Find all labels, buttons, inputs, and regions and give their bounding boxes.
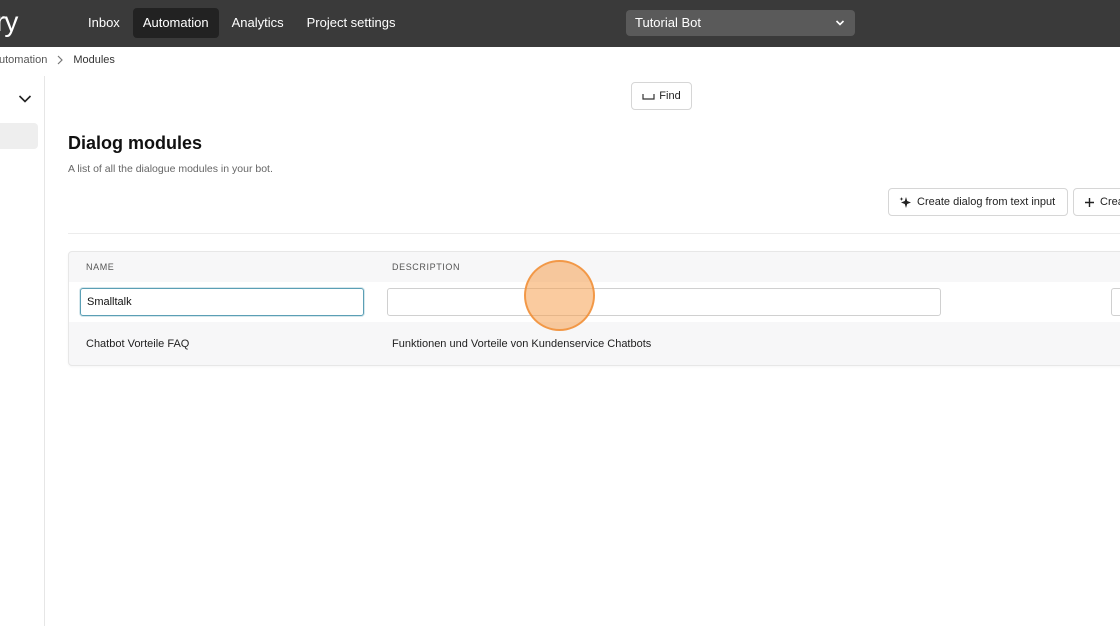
click-indicator — [524, 260, 595, 331]
breadcrumb-parent[interactable]: utomation — [0, 54, 47, 66]
space-key-icon — [642, 94, 655, 100]
plus-icon — [1085, 197, 1094, 207]
breadcrumb: utomation Modules — [0, 54, 115, 66]
sidebar — [0, 76, 45, 626]
column-header-name[interactable]: NAME — [86, 262, 114, 272]
table-row-description: Funktionen und Vorteile von Kundenservic… — [392, 338, 652, 350]
find-button[interactable]: Find — [631, 82, 692, 110]
module-description-input[interactable] — [387, 288, 941, 316]
dialog-modules-table: NAME DESCRIPTION Chatbot Vorteile FAQ Fu… — [68, 251, 1120, 366]
chevron-down-icon[interactable] — [18, 94, 32, 104]
module-name-input[interactable] — [80, 288, 364, 316]
bot-selector-value: Tutorial Bot — [635, 15, 701, 30]
nav-project-settings[interactable]: Project settings — [297, 8, 406, 38]
column-header-description[interactable]: DESCRIPTION — [392, 262, 460, 272]
bot-selector[interactable]: Tutorial Bot — [626, 10, 855, 36]
nav-inbox[interactable]: Inbox — [78, 8, 130, 38]
section-divider — [68, 233, 1120, 234]
app-logo[interactable]: ry — [0, 6, 18, 38]
new-module-row — [69, 282, 1120, 322]
nav-analytics[interactable]: Analytics — [222, 8, 294, 38]
chevron-right-icon — [57, 55, 64, 65]
create-dialog-button[interactable]: Crea — [1073, 188, 1120, 216]
chevron-down-icon — [835, 20, 845, 26]
row-action-control[interactable] — [1111, 288, 1120, 316]
table-row-name[interactable]: Chatbot Vorteile FAQ — [86, 338, 189, 350]
create-dialog-from-text-label: Create dialog from text input — [917, 196, 1056, 208]
breadcrumb-current: Modules — [73, 54, 115, 66]
create-dialog-from-text-button[interactable]: Create dialog from text input — [888, 188, 1068, 216]
find-label: Find — [659, 90, 681, 102]
sparkle-icon — [899, 196, 911, 208]
sidebar-item-active[interactable] — [0, 123, 38, 149]
page-title: Dialog modules — [68, 133, 203, 153]
create-dialog-label: Crea — [1100, 196, 1120, 208]
top-navbar: ry Inbox Automation Analytics Project se… — [0, 0, 1120, 47]
nav-automation[interactable]: Automation — [132, 8, 219, 38]
page-subtitle: A list of all the dialogue modules in yo… — [68, 163, 273, 175]
main-nav: Inbox Automation Analytics Project setti… — [78, 8, 408, 38]
